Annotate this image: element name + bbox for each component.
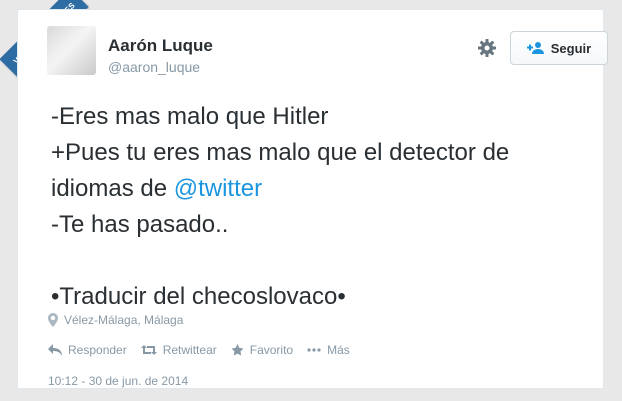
tweet-actions: Responder Retwittear Favorito Más: [48, 343, 364, 357]
profile-name[interactable]: Aarón Luque: [108, 36, 213, 56]
mention-link[interactable]: @twitter: [174, 175, 262, 202]
map-pin-icon: [48, 313, 58, 327]
tweet-text: -Eres mas malo que Hitler +Pues tu eres …: [51, 99, 611, 315]
star-icon: [231, 344, 244, 356]
follow-label: Seguir: [550, 40, 592, 56]
favorite-button[interactable]: Favorito: [231, 343, 293, 357]
reply-label: Responder: [68, 343, 127, 357]
avatar[interactable]: [47, 26, 96, 75]
tweet-line: •Traducir del checoslovaco•: [51, 283, 346, 310]
tweet-line: +Pues tu eres mas malo que el detector d…: [51, 139, 510, 166]
reply-button[interactable]: Responder: [48, 343, 127, 357]
more-label: Más: [327, 343, 350, 357]
retweet-label: Retwittear: [162, 343, 217, 357]
gear-icon[interactable]: [477, 38, 497, 58]
retweet-button[interactable]: Retwittear: [140, 343, 217, 357]
more-button[interactable]: Más: [307, 343, 350, 357]
tweet-line: -Eres mas malo que Hitler: [51, 103, 329, 130]
favorite-label: Favorito: [249, 343, 294, 357]
follow-button[interactable]: Seguir: [510, 31, 608, 65]
tweet-card: Aarón Luque @aaron_luque Seguir -Eres ma…: [17, 9, 608, 389]
add-user-icon: [526, 41, 545, 55]
retweet-icon: [140, 344, 157, 356]
tweet-line-text: idiomas de: [51, 175, 174, 202]
tweet-line: idiomas de @twitter: [51, 171, 611, 207]
more-icon: [307, 348, 321, 352]
tweet-timestamp[interactable]: 10:12 - 30 de jun. de 2014: [48, 374, 188, 388]
tweet-line: -Te has pasado..: [51, 211, 229, 238]
location-text: Vélez-Málaga, Málaga: [64, 313, 184, 327]
profile-handle[interactable]: @aaron_luque: [108, 59, 200, 75]
tweet-location[interactable]: Vélez-Málaga, Málaga: [48, 313, 183, 327]
reply-icon: [48, 344, 62, 356]
